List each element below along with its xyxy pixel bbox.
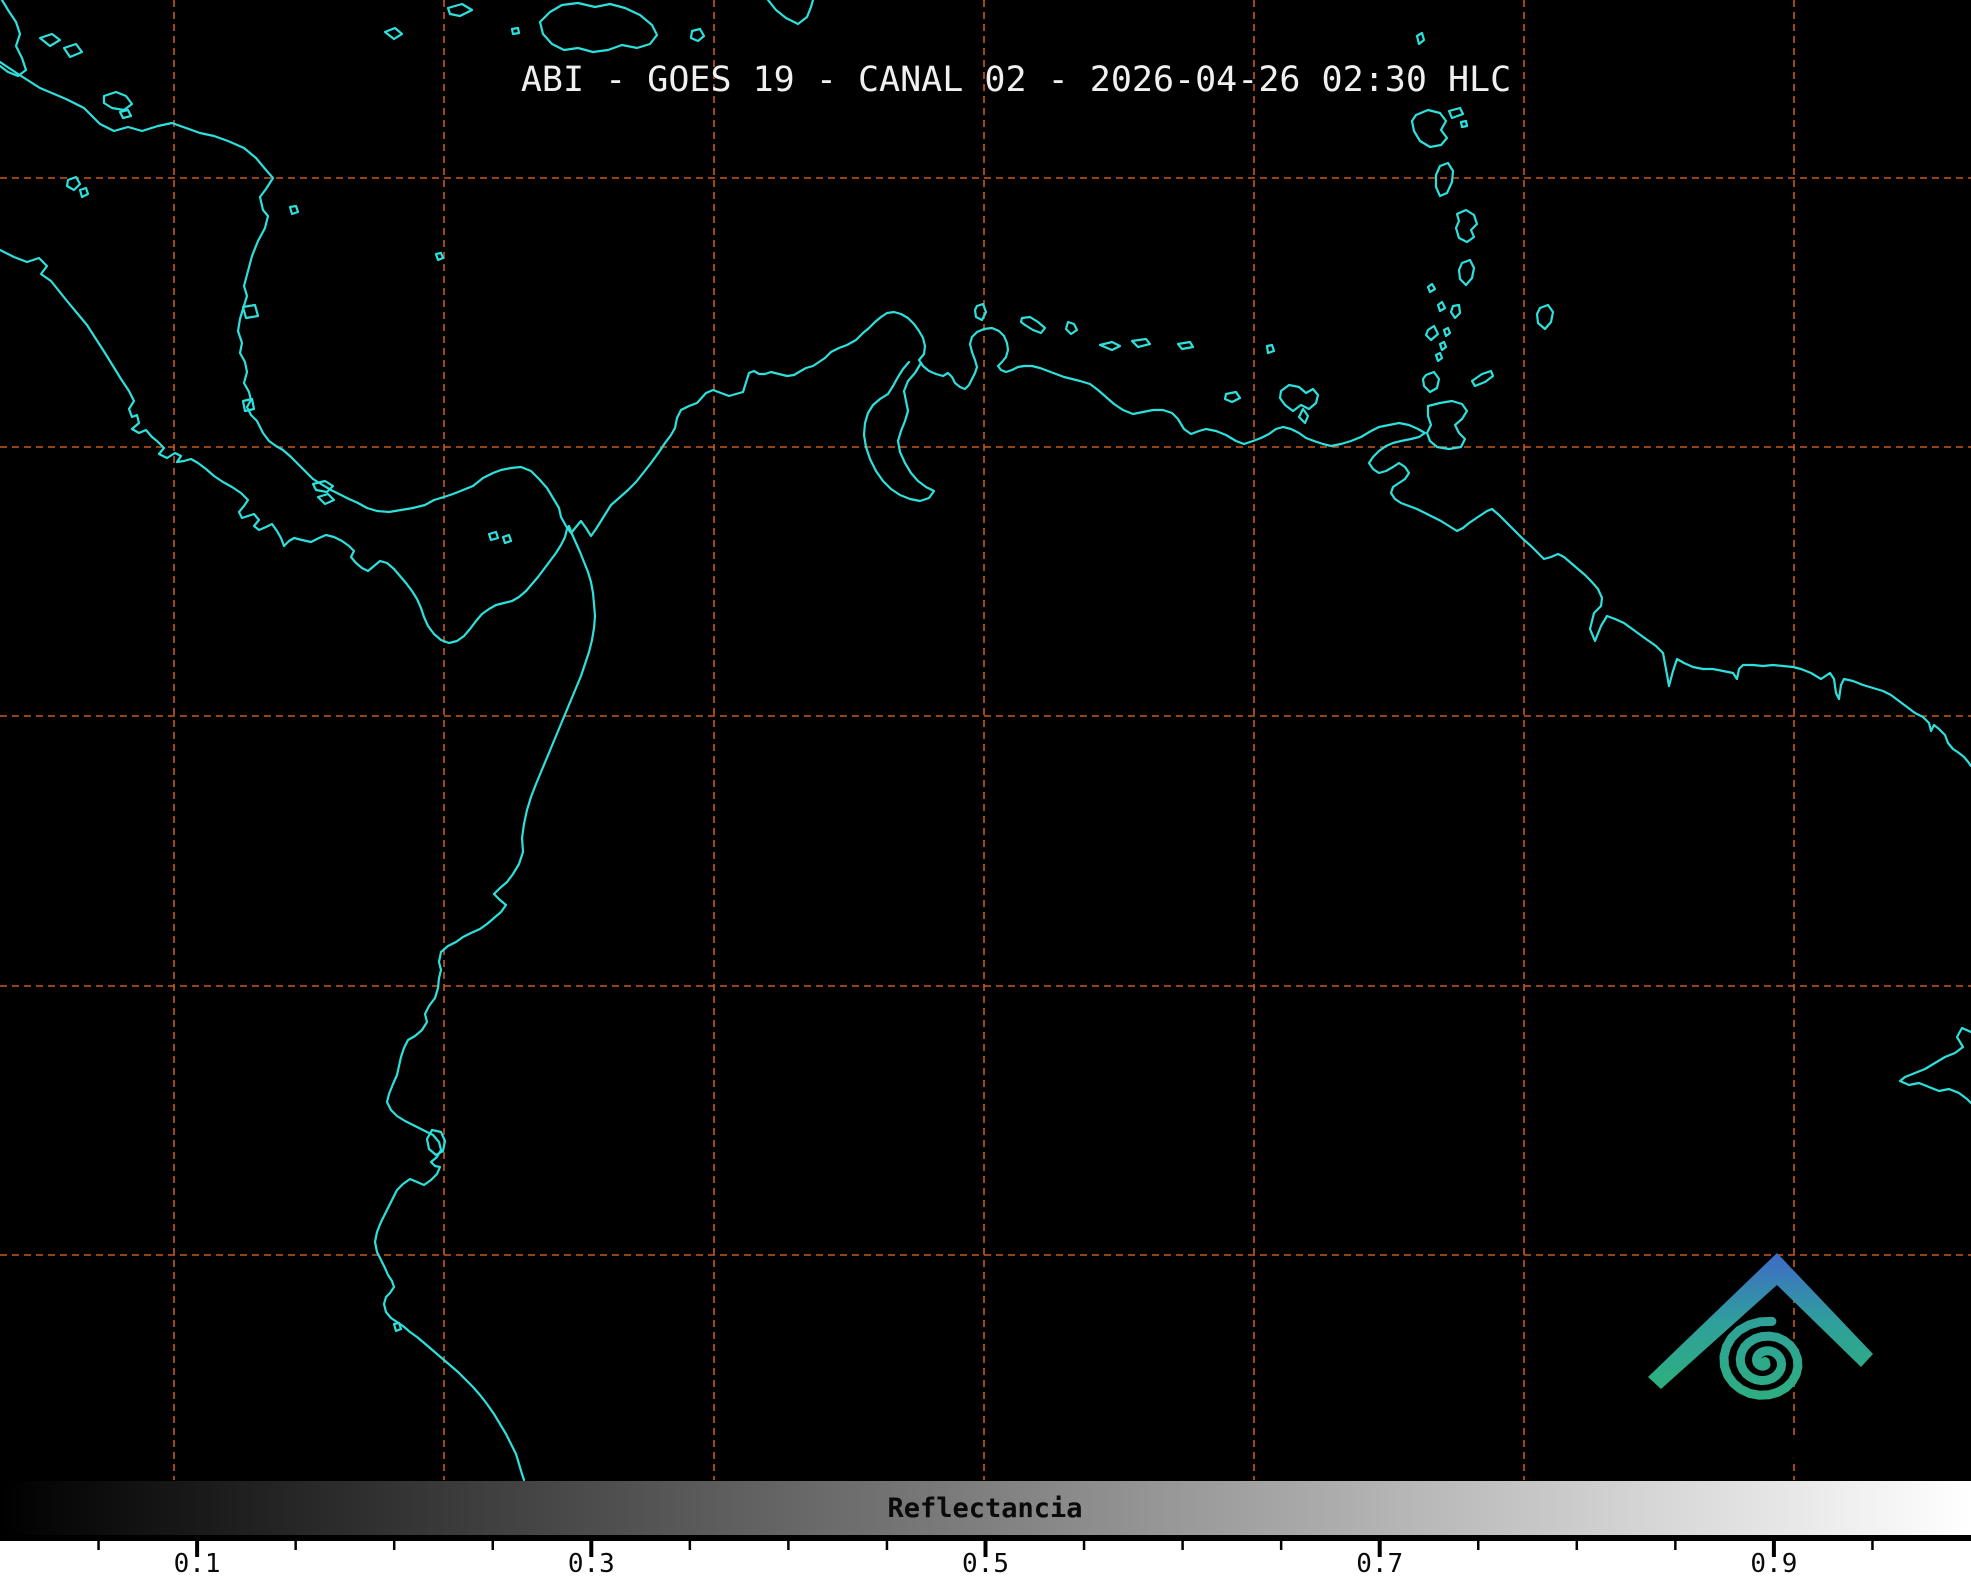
image-title: ABI - GOES 19 - CANAL 02 - 2026-04-26 02… bbox=[521, 60, 1511, 100]
satellite-image-viewer: ABI - GOES 19 - CANAL 02 - 2026-04-26 02… bbox=[0, 0, 1971, 1577]
colorbar: Reflectancia 0.1 0.3 0.5 0.7 0.9 bbox=[0, 1481, 1971, 1577]
colorbar-tick-label: 0.3 bbox=[568, 1549, 615, 1577]
colorbar-tick-label: 0.7 bbox=[1356, 1549, 1403, 1577]
colorbar-tick-label: 0.1 bbox=[174, 1549, 221, 1577]
ideam-wordmark: IDEAM bbox=[1662, 1415, 1859, 1480]
colorbar-baseline bbox=[0, 1535, 1971, 1541]
colorbar-title: Reflectancia bbox=[887, 1493, 1082, 1524]
satellite-map-canvas: ABI - GOES 19 - CANAL 02 - 2026-04-26 02… bbox=[0, 0, 1971, 1577]
colorbar-tick-label: 0.5 bbox=[962, 1549, 1009, 1577]
spiral-center-dot bbox=[1760, 1357, 1770, 1367]
map-background bbox=[0, 0, 1971, 1480]
colorbar-tick-label: 0.9 bbox=[1750, 1549, 1797, 1577]
